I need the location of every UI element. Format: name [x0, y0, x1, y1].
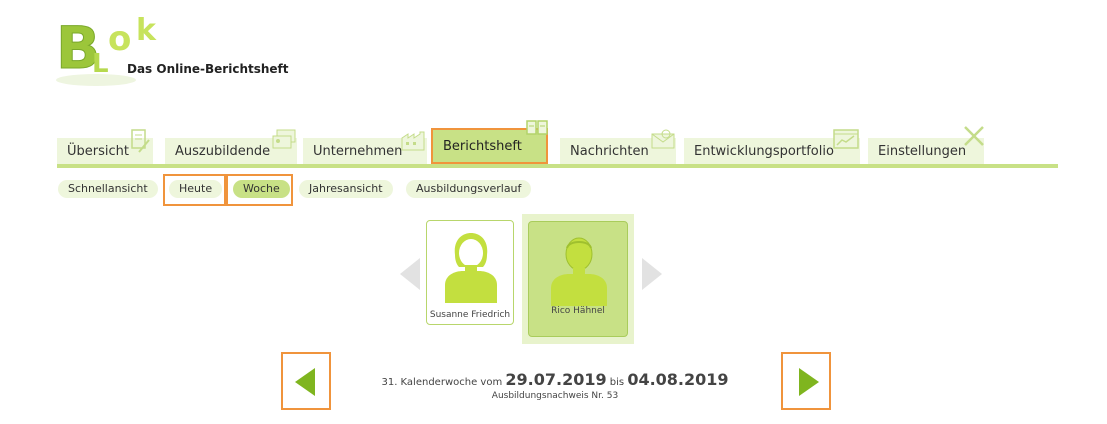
subtab-label: Ausbildungsverlauf — [416, 182, 522, 195]
arrow-right-icon — [799, 368, 819, 396]
svg-text:L: L — [92, 49, 109, 79]
highlight-box-woche — [226, 174, 293, 206]
document-pen-icon — [131, 129, 150, 153]
female-avatar-icon — [445, 233, 497, 303]
tab-berichtsheft[interactable]: Berichtsheft — [431, 120, 548, 164]
arrow-left-icon — [295, 368, 315, 396]
tab-label: Einstellungen — [878, 144, 967, 159]
person-card-rico[interactable]: Rico Hähnel — [528, 221, 628, 337]
chart-window-icon — [833, 129, 859, 149]
week-kw-text: 31. Kalenderwoche vom — [381, 377, 503, 388]
tab-label: Berichtsheft — [443, 139, 522, 154]
person-name: Rico Hähnel — [551, 306, 605, 316]
week-bis-text: bis — [609, 377, 625, 388]
tab-label: Nachrichten — [570, 144, 649, 159]
id-cards-icon — [272, 129, 296, 149]
svg-text:o: o — [108, 19, 131, 59]
open-book-icon — [526, 120, 548, 135]
main-navigation: Übersicht Auszubildende Unternehmen Beri… — [57, 120, 1058, 170]
tab-label: Unternehmen — [313, 144, 403, 159]
tab-auszubildende[interactable]: Auszubildende — [165, 129, 297, 164]
week-from-date: 29.07.2019 — [505, 370, 607, 389]
app-logo[interactable]: B L o k Das Online-Berichtsheft — [56, 10, 289, 90]
week-to-date: 04.08.2019 — [627, 370, 729, 389]
tab-unternehmen[interactable]: Unternehmen — [303, 131, 427, 164]
ausbildungsnachweis-number: Ausbildungsnachweis Nr. 53 — [491, 391, 619, 401]
tab-nachrichten[interactable]: Nachrichten — [560, 129, 676, 164]
carousel-next-arrow[interactable] — [642, 258, 662, 290]
tab-label: Übersicht — [67, 144, 129, 159]
highlight-box-heute — [163, 174, 226, 206]
subtab-label: Schnellansicht — [68, 182, 148, 195]
subtab-jahresansicht[interactable]: Jahresansicht — [299, 180, 393, 198]
tab-uebersicht[interactable]: Übersicht — [57, 129, 153, 164]
carousel-prev-arrow[interactable] — [400, 258, 420, 290]
blok-logo-mark: B L o k — [56, 13, 157, 86]
tab-label: Auszubildende — [175, 144, 271, 159]
next-week-button[interactable] — [781, 352, 831, 410]
week-info: 31. Kalenderwoche vom 29.07.2019 bis 04.… — [330, 370, 780, 401]
tab-baseline — [57, 164, 1058, 168]
previous-week-button[interactable] — [281, 352, 331, 410]
person-card-susanne[interactable]: Susanne Friedrich — [426, 220, 514, 325]
person-name: Susanne Friedrich — [429, 310, 511, 320]
subtab-schnellansicht[interactable]: Schnellansicht — [58, 180, 158, 198]
subtab-ausbildungsverlauf[interactable]: Ausbildungsverlauf — [406, 180, 532, 198]
tab-entwicklungsportfolio[interactable]: Entwicklungsportfolio — [684, 129, 860, 164]
male-avatar-icon — [551, 237, 607, 306]
envelope-icon — [651, 129, 675, 149]
subtab-label: Jahresansicht — [309, 182, 383, 195]
svg-text:k: k — [136, 13, 157, 48]
tools-icon — [964, 126, 984, 146]
logo-tagline: Das Online-Berichtsheft — [127, 62, 289, 76]
tab-label: Entwicklungsportfolio — [694, 144, 834, 159]
tab-einstellungen[interactable]: Einstellungen — [868, 126, 984, 164]
factory-icon — [401, 131, 425, 151]
